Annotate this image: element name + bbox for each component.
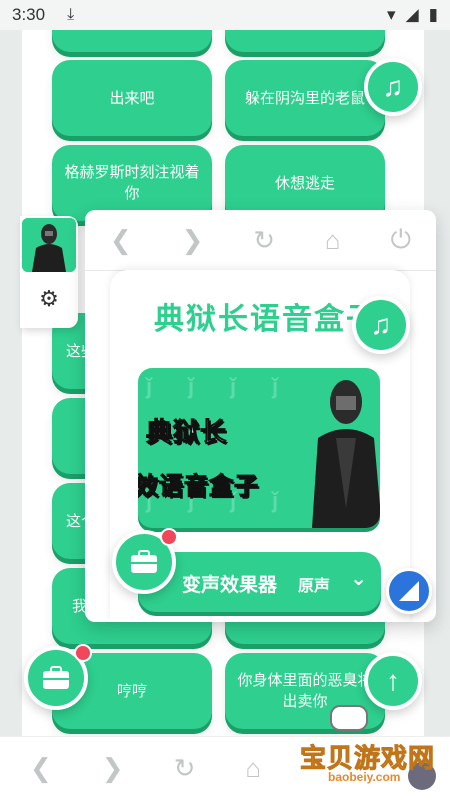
sound-button[interactable]: 出来吧: [52, 60, 212, 136]
status-time: 3:30: [12, 5, 46, 24]
banner-title: 典狱长: [145, 417, 228, 448]
notification-badge: [74, 644, 92, 662]
home-icon[interactable]: ⌂: [325, 225, 341, 256]
battery-icon: ▮: [428, 5, 438, 24]
scroll-to-top-button[interactable]: ↑: [364, 652, 422, 710]
pattern-glyph: ǰ: [272, 374, 279, 399]
back-icon[interactable]: ❮: [30, 753, 52, 784]
back-icon[interactable]: ❮: [110, 225, 132, 256]
voice-effect-label: 变声效果器: [182, 575, 278, 596]
app-banner: ǰ ǰ ǰ ǰ ǰ ǰ ǰ ǰ 典狱长 效语音盒子: [138, 368, 380, 528]
sound-button[interactable]: [52, 30, 212, 52]
music-button[interactable]: ♫: [352, 296, 410, 354]
voice-effect-value: 原声: [298, 578, 331, 595]
settings-gear-icon[interactable]: ⚙: [36, 286, 62, 312]
toolbox-icon: [43, 666, 69, 689]
pattern-glyph: ǰ: [146, 374, 153, 399]
watermark-url: baobeiy.com: [328, 770, 401, 784]
refresh-icon[interactable]: ↻: [174, 753, 196, 784]
forward-icon[interactable]: ❯: [102, 753, 124, 784]
forward-icon[interactable]: ❯: [182, 225, 204, 256]
pattern-glyph: ǰ: [230, 374, 237, 399]
power-icon[interactable]: ⏻: [390, 224, 411, 256]
resize-handle-button[interactable]: [386, 568, 432, 614]
music-note-icon: ♫: [382, 71, 404, 102]
music-button[interactable]: ♫: [364, 58, 422, 116]
sound-button[interactable]: 躲在阴沟里的老鼠: [225, 60, 385, 136]
music-note-icon: ♫: [370, 309, 392, 340]
status-bar: 3:30 ⤓ ▾ ◢ ▮: [0, 0, 450, 30]
chevron-down-icon: ⌄: [350, 568, 367, 590]
app-title: 典狱长语音盒子: [154, 303, 378, 336]
character-thumbnail[interactable]: [22, 218, 76, 272]
corner-icon: [399, 581, 419, 601]
floating-side-panel: ⚙: [20, 216, 78, 328]
banner-subtitle: 效语音盒子: [138, 473, 259, 501]
pattern-glyph: ǰ: [188, 374, 195, 399]
status-icons: ▾ ◢ ▮: [387, 5, 438, 25]
sound-button[interactable]: [225, 30, 385, 52]
arrow-up-icon: ↑: [386, 665, 400, 696]
toolbox-icon: [131, 550, 157, 573]
floating-nav-bar: ❮ ❯ ↻ ⌂ ⏻: [85, 210, 436, 271]
warden-figure: [312, 380, 380, 528]
pattern-glyph: ǰ: [272, 488, 279, 513]
refresh-icon[interactable]: ↻: [253, 225, 275, 256]
gamepad-logo-icon: [330, 705, 368, 731]
download-icon: ⤓: [67, 6, 75, 23]
home-icon[interactable]: ⌂: [245, 753, 261, 784]
wifi-icon: ▾: [387, 5, 396, 24]
site-watermark: 宝贝游戏网 baobeiy.com: [299, 738, 440, 794]
signal-icon: ◢: [405, 5, 419, 24]
notification-badge: [160, 528, 178, 546]
